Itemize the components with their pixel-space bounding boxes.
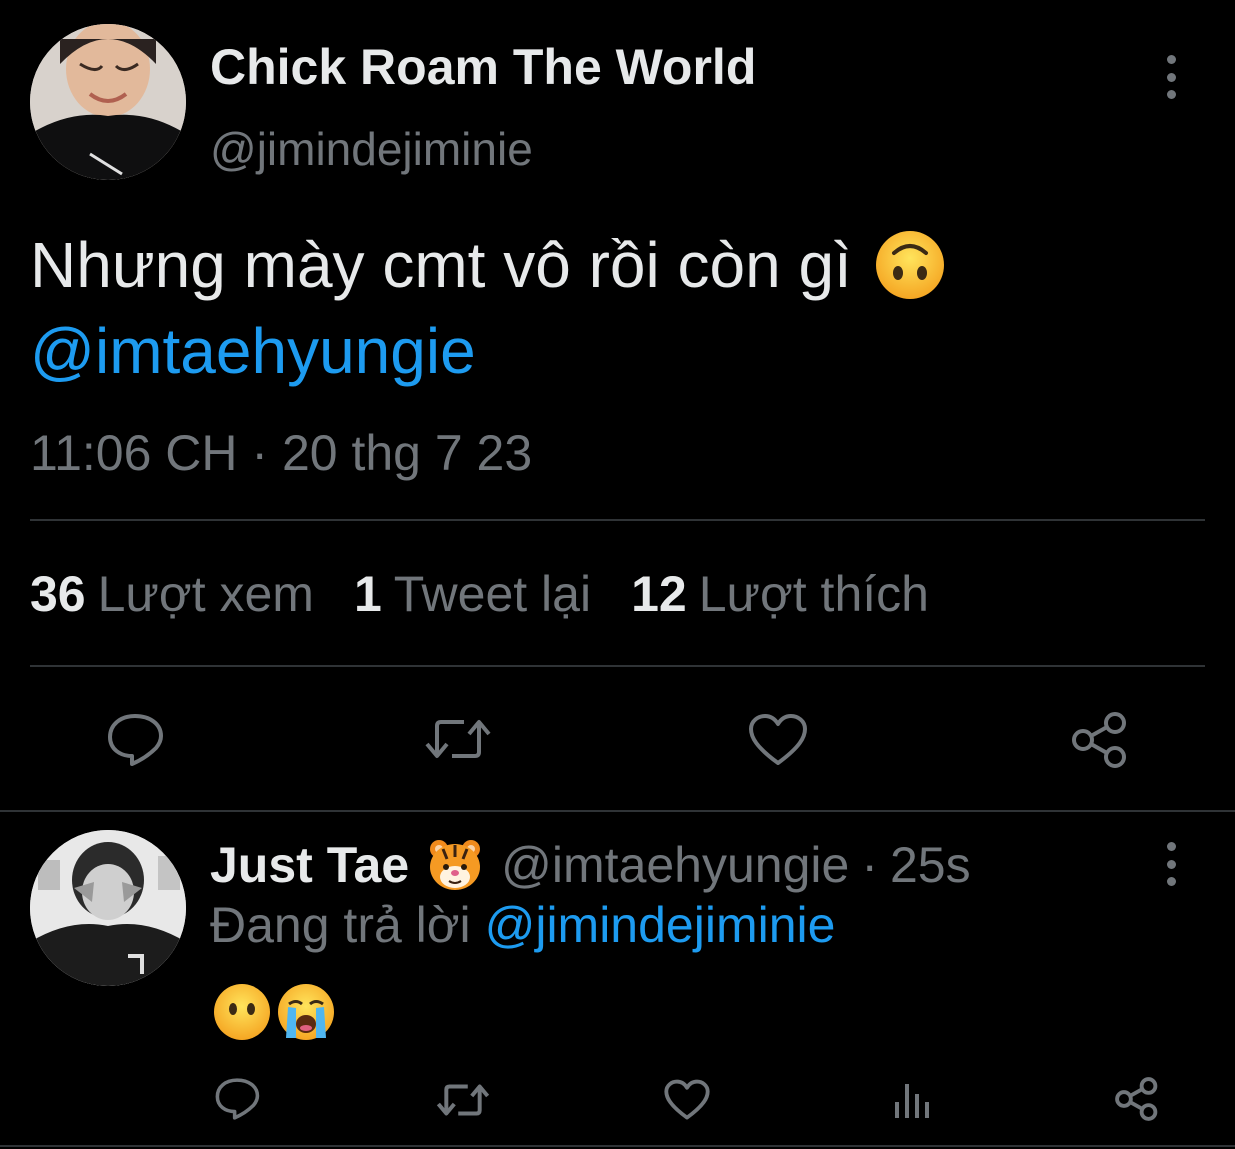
divider (30, 665, 1205, 667)
tweet-timestamp[interactable]: 11:06 CH · 20 thg 7 23 (30, 424, 532, 482)
face-without-mouth-emoji-icon (214, 984, 270, 1040)
reply-icon[interactable] (106, 712, 164, 768)
replying-to-mention[interactable]: @jimindejiminie (485, 897, 836, 953)
mention-link[interactable]: @imtaehyungie (30, 308, 476, 394)
more-dot (1166, 55, 1176, 64)
retweet-icon[interactable] (436, 1080, 490, 1120)
likes-label: Lượt thích (698, 566, 929, 622)
upside-down-face-emoji-icon (874, 229, 946, 301)
retweets-label: Tweet lại (393, 566, 592, 622)
more-dot (1166, 877, 1176, 886)
more-dot (1166, 72, 1176, 82)
reply-icon[interactable] (214, 1077, 260, 1121)
reply-display-name[interactable]: Just Tae (210, 836, 409, 894)
author-handle[interactable]: @jimindejiminie (210, 122, 533, 176)
more-dot (1166, 90, 1176, 99)
more-options-button[interactable] (1161, 55, 1181, 99)
share-icon[interactable] (1114, 1076, 1160, 1122)
divider (0, 810, 1235, 812)
replying-to-label: Đang trả lời (210, 897, 471, 953)
retweets-stat[interactable]: 1 Tweet lại (354, 565, 591, 623)
retweet-icon[interactable] (424, 714, 492, 764)
loudly-crying-face-emoji-icon (278, 984, 334, 1040)
views-count: 36 (30, 566, 86, 622)
divider (0, 1145, 1235, 1147)
replying-to: Đang trả lời @jimindejiminie (210, 896, 835, 954)
tweet-text: Nhưng mày cmt vô rồi còn gì @imtaehyungi… (30, 222, 1210, 394)
divider (30, 519, 1205, 521)
reply-time[interactable]: 25s (890, 836, 971, 894)
analytics-icon[interactable] (892, 1080, 932, 1120)
tweet-detail-page: Chick Roam The World @jimindejiminie Như… (0, 0, 1235, 1149)
tweet-text-line: Nhưng mày cmt vô rồi còn gì (30, 229, 852, 301)
reply-header: Just Tae @imtaehyungie · 25s (210, 836, 971, 894)
like-icon[interactable] (748, 713, 808, 767)
views-stat[interactable]: 36 Lượt xem (30, 565, 314, 623)
views-label: Lượt xem (97, 566, 314, 622)
reply-handle[interactable]: @imtaehyungie (501, 836, 849, 894)
retweets-count: 1 (353, 566, 382, 622)
more-dot (1166, 842, 1176, 851)
author-display-name[interactable]: Chick Roam The World (210, 38, 756, 96)
tweet-stats: 36 Lượt xem 1 Tweet lại 12 Lượt thích (30, 565, 969, 623)
like-icon[interactable] (664, 1079, 710, 1121)
likes-stat[interactable]: 12 Lượt thích (631, 565, 929, 623)
author-avatar[interactable] (30, 24, 186, 180)
more-dot (1166, 859, 1176, 869)
share-icon[interactable] (1070, 710, 1130, 770)
tiger-face-emoji-icon (427, 837, 483, 893)
reply-more-options-button[interactable] (1161, 842, 1181, 886)
reply-author-avatar[interactable] (30, 830, 186, 986)
likes-count: 12 (631, 566, 687, 622)
reply-text (212, 982, 340, 1042)
header-separator: · (861, 837, 878, 893)
